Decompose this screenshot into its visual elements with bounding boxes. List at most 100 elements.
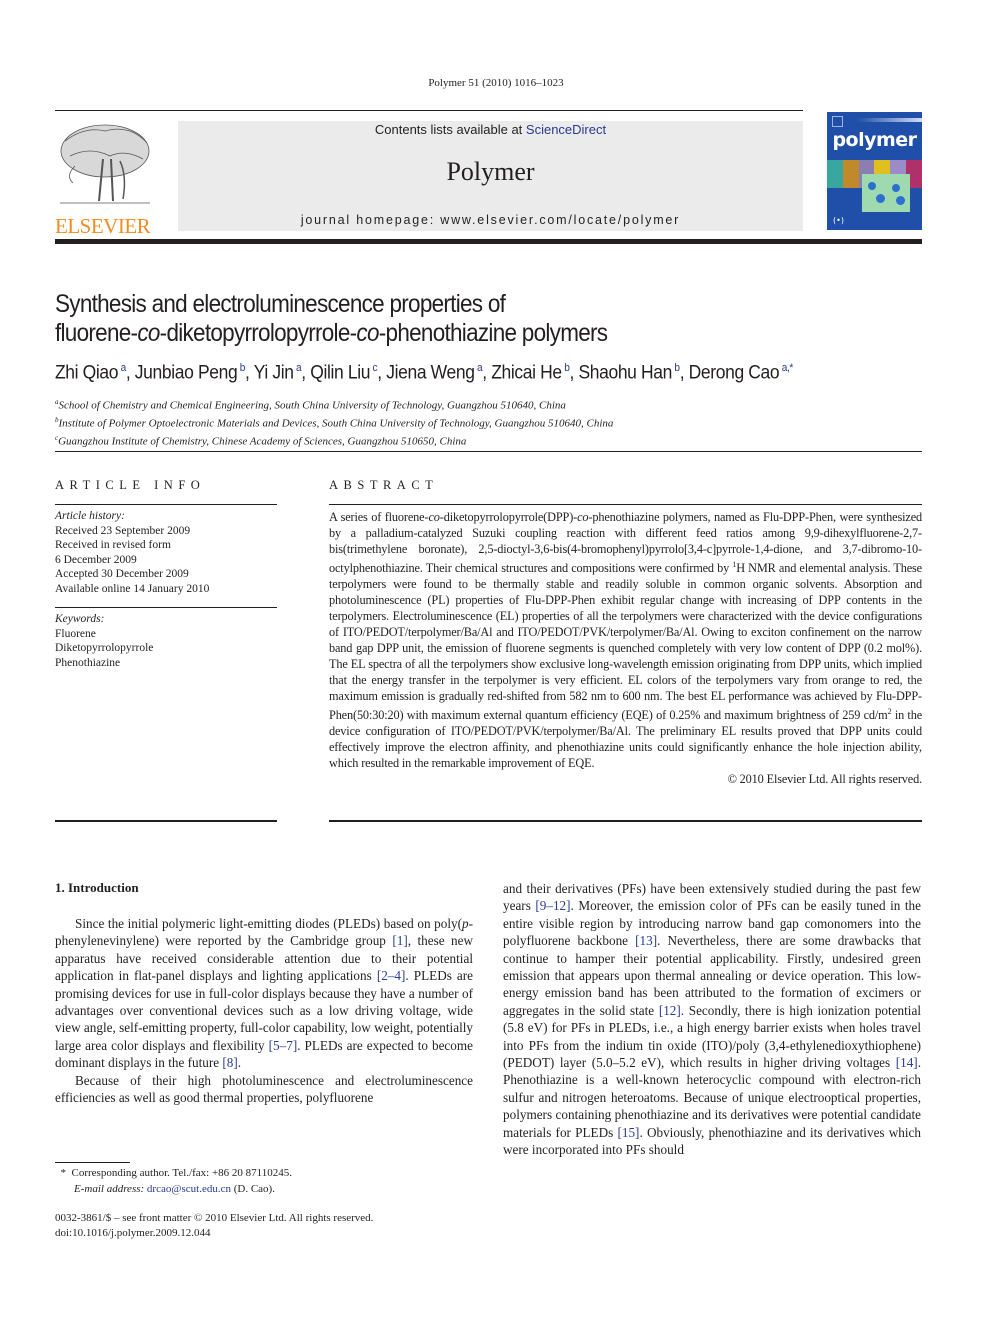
author-affiliation-link[interactable]: a: [475, 362, 483, 374]
history-item: 6 December 2009: [55, 553, 137, 566]
citation-link[interactable]: [8]: [222, 1055, 237, 1070]
citation-link[interactable]: [12]: [659, 1003, 681, 1018]
journal-name: Polymer: [446, 157, 535, 186]
doi-link[interactable]: doi:10.1016/j.polymer.2009.12.044: [55, 1226, 473, 1241]
author-name: Shaohu Han: [578, 362, 672, 384]
author-name: Qilin Liu: [310, 362, 371, 384]
affiliation-text: Guangzhou Institute of Chemistry, Chines…: [58, 435, 467, 448]
cover-inset-figure: [862, 174, 910, 212]
abstract-italic: co: [577, 510, 589, 524]
abstract-heading: ABSTRACT: [329, 478, 439, 492]
cover-logo-icon: (•): [833, 216, 844, 225]
article-info-rule: [55, 607, 277, 608]
article-info-heading: ARTICLE INFO: [55, 478, 206, 492]
body-column-right: and their derivatives (PFs) have been ex…: [503, 880, 921, 1159]
abstract-copyright: © 2010 Elsevier Ltd. All rights reserved…: [727, 772, 923, 787]
title-part: -phenothiazine polymers: [378, 319, 608, 347]
affiliation-text: Institute of Polymer Optoelectronic Mate…: [58, 417, 614, 430]
body-text: Because of their high photoluminescence …: [55, 1072, 473, 1106]
author-name: Zhi Qiao: [55, 362, 119, 384]
abstract-italic: co: [428, 510, 440, 524]
author-name: Derong Cao: [688, 362, 780, 384]
history-item: Available online 14 January 2010: [55, 582, 210, 595]
corresponding-author-footnote: * Corresponding author. Tel./fax: +86 20…: [55, 1165, 473, 1197]
history-item: Received in revised form: [55, 539, 171, 551]
intro-paragraph: Because of their high photoluminescence …: [55, 1072, 473, 1107]
affiliations-rule: [55, 451, 922, 452]
keywords-label: Keywords:: [55, 613, 105, 625]
author-name: Jiena Weng: [386, 362, 475, 384]
citation-link[interactable]: [5–7]: [269, 1038, 298, 1053]
affiliation: aSchool of Chemistry and Chemical Engine…: [55, 395, 935, 413]
abstract-text: A series of fluorene-: [329, 510, 429, 524]
sciencedirect-link[interactable]: ScienceDirect: [526, 122, 606, 137]
body-column-left: Since the initial polymeric light-emitti…: [55, 915, 473, 1106]
intro-paragraph: and their derivatives (PFs) have been ex…: [503, 880, 921, 1159]
elsevier-logo[interactable]: ELSEVIER: [55, 121, 155, 237]
cover-title: polymer: [832, 129, 917, 151]
author-affiliation-link[interactable]: c: [370, 362, 378, 374]
elsevier-tree-icon: [60, 124, 150, 204]
body-italic: p: [462, 916, 469, 931]
affiliation: bInstitute of Polymer Optoelectronic Mat…: [55, 413, 935, 431]
abstract-paragraph: A series of fluorene-co-diketopyrrolopyr…: [329, 509, 922, 771]
citation-link[interactable]: [14]: [896, 1055, 918, 1070]
author-name: Junbiao Peng: [134, 362, 238, 384]
abstract-rule: [329, 504, 922, 505]
cover-emblem-icon: [832, 116, 843, 127]
contents-line: Contents lists available at ScienceDirec…: [178, 121, 803, 138]
body-text: Since the initial polymeric light-emitti…: [75, 916, 462, 931]
journal-homepage-link[interactable]: journal homepage: www.elsevier.com/locat…: [178, 213, 803, 227]
author-affiliation-link[interactable]: a,*: [779, 362, 794, 374]
footnote-line: E-mail address: drcao@scut.edu.cn (D. Ca…: [55, 1181, 473, 1197]
author-list: Zhi Qiao a, Junbiao Peng b, Yi Jin a, Qi…: [55, 362, 794, 384]
author-affiliation-link[interactable]: b: [672, 362, 680, 374]
article-info-bottom-rule: [55, 820, 277, 822]
citation-link[interactable]: [1]: [392, 933, 407, 948]
history-item: Received 23 September 2009: [55, 524, 191, 537]
citation-link[interactable]: [15]: [617, 1125, 639, 1140]
header-thick-rule: [55, 239, 922, 244]
front-matter: 0032-3861/$ – see front matter © 2010 El…: [55, 1211, 473, 1240]
elsevier-wordmark: ELSEVIER: [55, 214, 151, 238]
affiliation: cGuangzhou Institute of Chemistry, Chine…: [55, 431, 935, 449]
title-line-1: Synthesis and electroluminescence proper…: [55, 290, 506, 318]
article-history: Article history: Received 23 September 2…: [55, 509, 277, 596]
author-affiliation-link[interactable]: b: [562, 362, 570, 374]
article-info-rule: [55, 504, 277, 505]
contents-prefix: Contents lists available at: [374, 122, 526, 137]
citation-link[interactable]: [9–12]: [535, 898, 570, 913]
keyword-item: Phenothiazine: [55, 656, 121, 669]
issn-line: 0032-3861/$ – see front matter © 2010 El…: [55, 1212, 374, 1224]
affiliation-text: School of Chemistry and Chemical Enginee…: [58, 399, 566, 412]
body-text: .: [237, 1055, 242, 1071]
author-affiliation-link[interactable]: b: [237, 362, 246, 374]
keyword-item: Diketopyrrolopyrrole: [55, 642, 154, 654]
article-title: Synthesis and electroluminescence proper…: [55, 290, 829, 348]
email-link[interactable]: drcao@scut.edu.cn: [147, 1183, 231, 1195]
footnote-corresponding: Corresponding author. Tel./fax: +86 20 8…: [71, 1167, 293, 1179]
abstract-text: -diketopyrrolopyrrole(DPP)-: [439, 510, 578, 524]
abstract-bottom-rule: [329, 820, 922, 822]
section-heading-introduction: 1. Introduction: [55, 880, 139, 895]
email-suffix: (D. Cao).: [230, 1183, 275, 1195]
footnote-line: * Corresponding author. Tel./fax: +86 20…: [55, 1165, 473, 1181]
title-part-italic: co: [356, 319, 379, 347]
history-label: Article history:: [55, 510, 125, 522]
history-item: Accepted 30 December 2009: [55, 568, 189, 580]
keyword-item: Fluorene: [55, 627, 96, 640]
title-part: fluorene-: [55, 319, 138, 347]
author-affiliation-link[interactable]: a: [294, 362, 302, 374]
intro-paragraph: Since the initial polymeric light-emitti…: [55, 915, 473, 1072]
header-rule: [55, 110, 803, 111]
journal-banner: Contents lists available at ScienceDirec…: [178, 121, 803, 231]
journal-cover-image[interactable]: polymer (•): [827, 112, 922, 230]
author-affiliation-link[interactable]: a: [118, 362, 127, 374]
abstract-body: A series of fluorene-co-diketopyrrolopyr…: [329, 509, 922, 787]
email-label: E-mail address:: [74, 1183, 147, 1195]
citation-link[interactable]: [2–4]: [377, 968, 406, 983]
running-head: Polymer 51 (2010) 1016–1023: [428, 77, 564, 89]
citation-link[interactable]: [13]: [635, 933, 657, 948]
author-name: Zhicai He: [491, 362, 562, 384]
affiliations: aSchool of Chemistry and Chemical Engine…: [55, 395, 935, 449]
